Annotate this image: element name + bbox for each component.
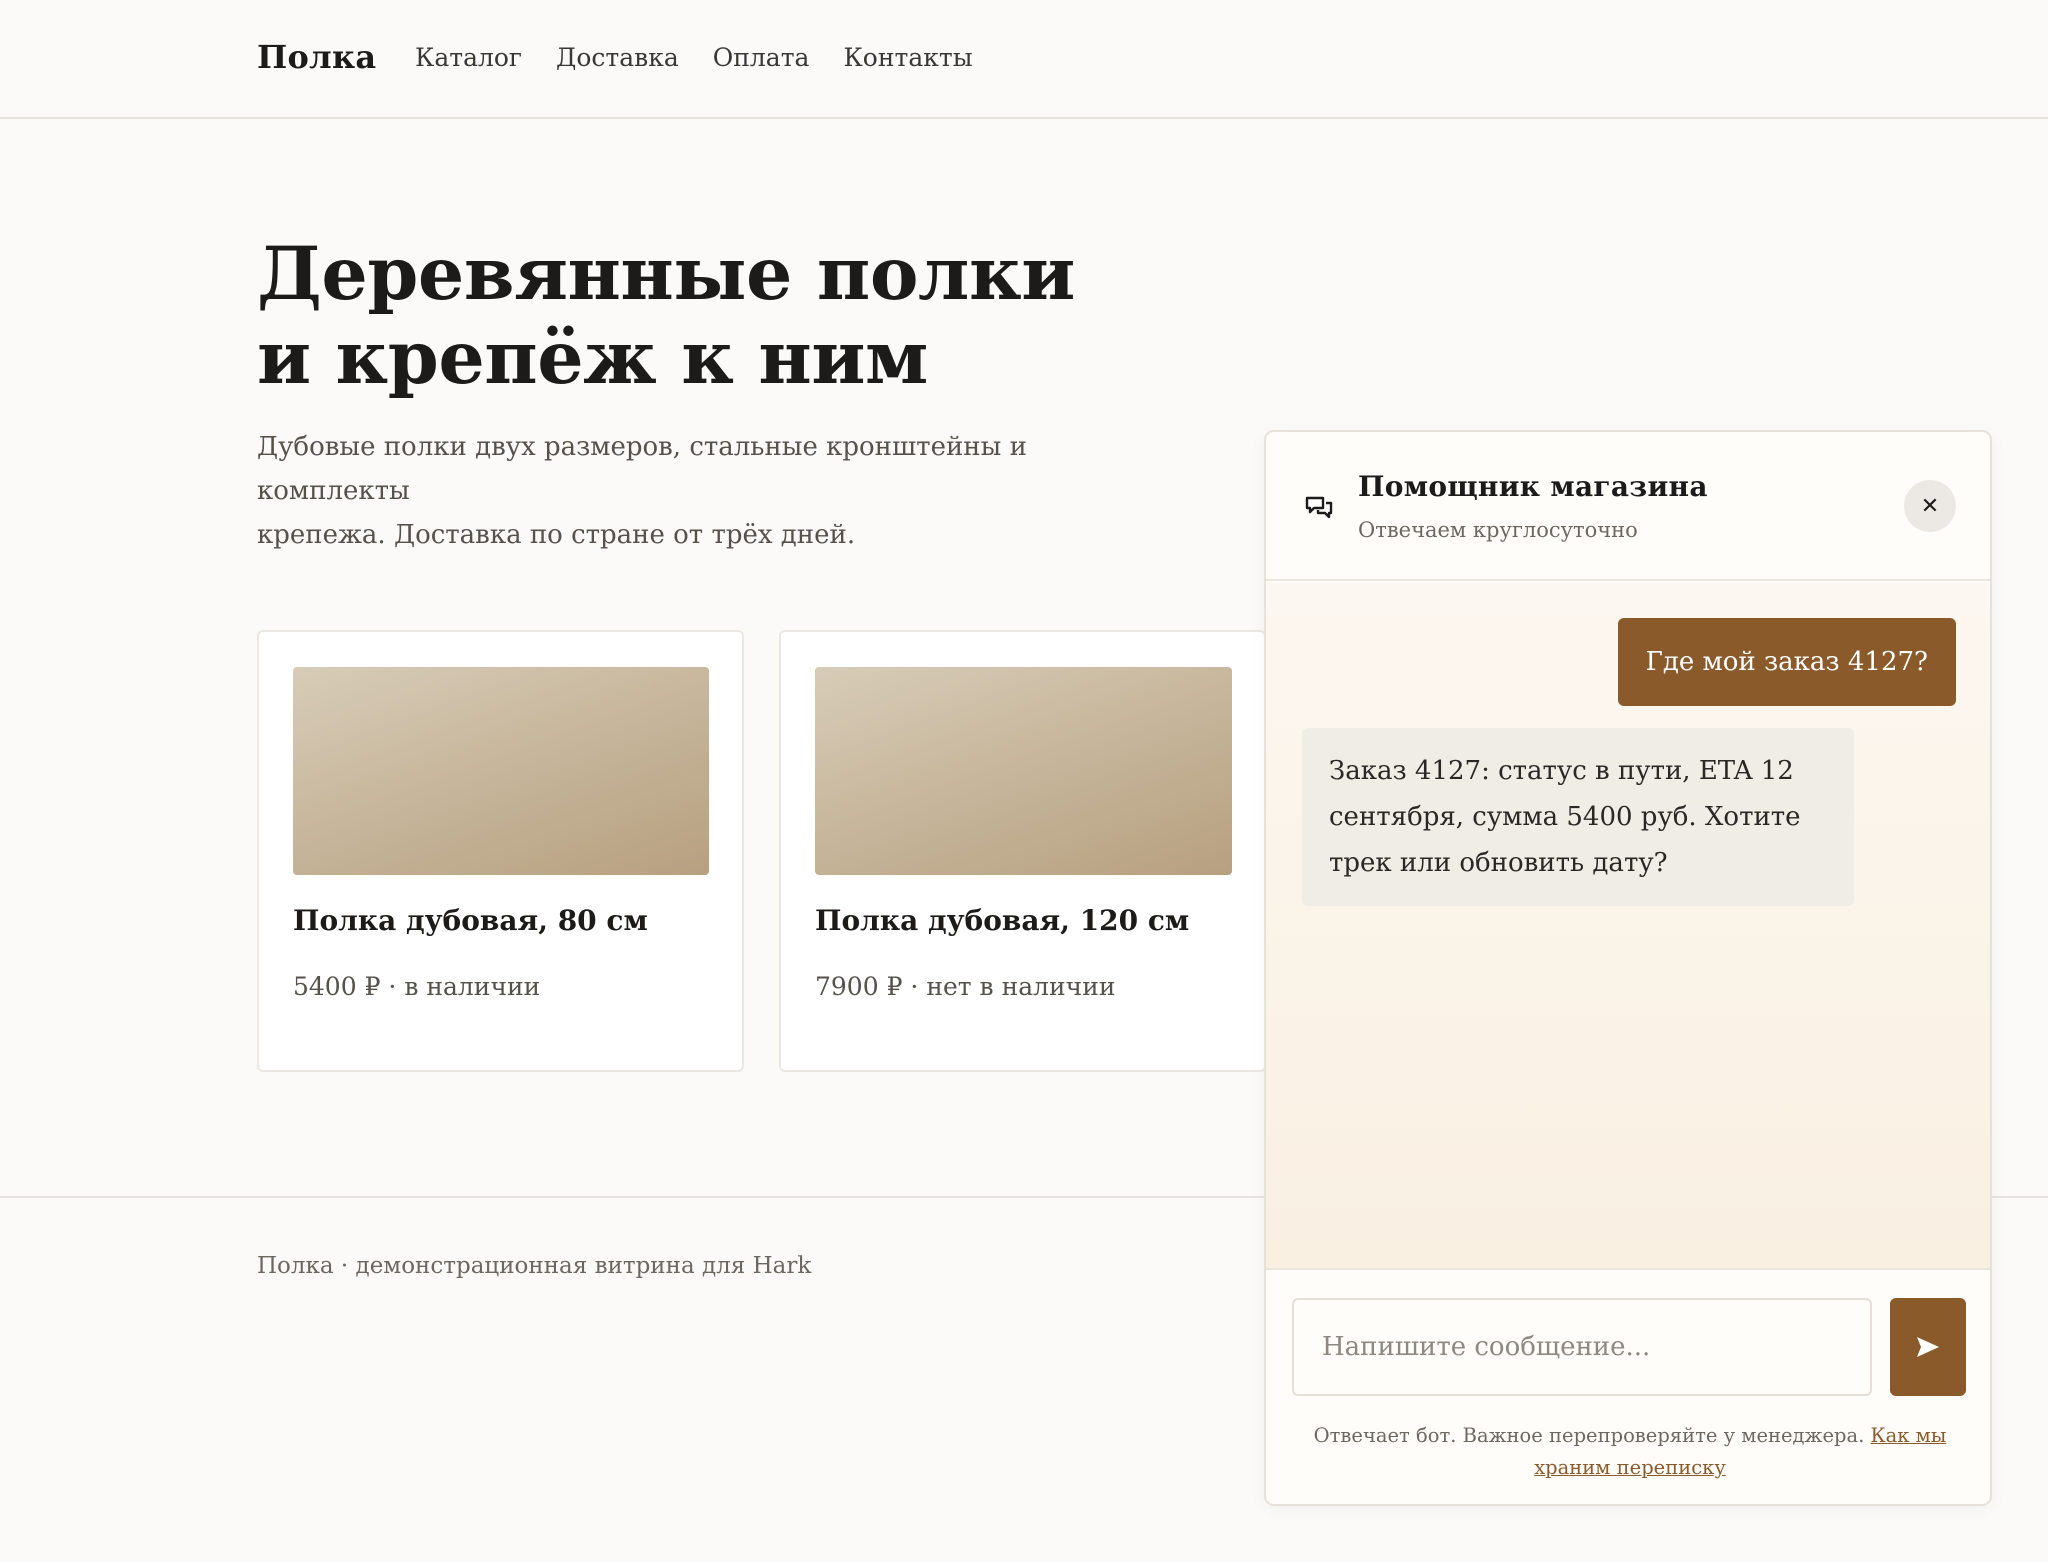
close-button[interactable]: ✕: [1904, 480, 1956, 532]
hero-subtitle-line-2: крепежа. Доставка по стране от трёх дней…: [257, 520, 856, 550]
hero-subtitle: Дубовые полки двух размеров, стальные кр…: [257, 425, 1157, 557]
main-nav: Каталог Доставка Оплата Контакты: [415, 43, 973, 72]
chat-title: Помощник магазина: [1358, 470, 1708, 503]
user-message: Где мой заказ 4127?: [1617, 618, 1956, 706]
chat-status: Отвечаем круглосуточно: [1358, 518, 1638, 542]
product-card[interactable]: Полка дубовая, 120 см 7900 ₽ · нет в нал…: [779, 630, 1266, 1072]
product-price-availability: 5400 ₽ · в наличии: [293, 972, 541, 1001]
product-name[interactable]: Полка дубовая, 80 см: [293, 904, 648, 937]
privacy-link-line-2: храним переписку: [1534, 1456, 1726, 1479]
hero-subtitle-line-1: Дубовые полки двух размеров, стальные кр…: [257, 432, 1027, 506]
product-price-availability: 7900 ₽ · нет в наличии: [815, 972, 1116, 1001]
bot-message-line-2: сентября, сумма 5400 руб. Хотите: [1329, 802, 1801, 832]
chat-disclaimer: Отвечает бот. Важное перепроверяйте у ме…: [1306, 1420, 1954, 1484]
message-input[interactable]: [1292, 1298, 1872, 1396]
chat-header: Помощник магазина Отвечаем круглосуточно…: [1266, 432, 1990, 581]
send-button[interactable]: [1890, 1298, 1966, 1396]
product-image: [815, 667, 1232, 875]
bot-message: Заказ 4127: статус в пути, ETA 12 сентяб…: [1302, 728, 1854, 906]
hero-title-line-1: Деревянные полки: [257, 231, 1075, 317]
chat-composer: Отвечает бот. Важное перепроверяйте у ме…: [1266, 1268, 1990, 1504]
chat-bubbles-icon: [1305, 496, 1333, 519]
product-image: [293, 667, 709, 875]
privacy-link-line-1: Как мы: [1870, 1424, 1947, 1447]
chat-disclaimer-text: Отвечает бот. Важное перепроверяйте у ме…: [1313, 1424, 1865, 1447]
send-arrow-icon: [1917, 1337, 1939, 1357]
chat-widget: Помощник магазина Отвечаем круглосуточно…: [1264, 430, 1992, 1506]
close-icon: ✕: [1920, 493, 1940, 519]
nav-link-contacts[interactable]: Контакты: [843, 43, 972, 72]
hero-title: Деревянные полки и крепёж к ним: [257, 232, 1257, 400]
bot-message-line-3: трек или обновить дату?: [1329, 848, 1668, 878]
nav-link-catalog[interactable]: Каталог: [415, 43, 522, 72]
product-name[interactable]: Полка дубовая, 120 см: [815, 904, 1189, 937]
chat-messages: Где мой заказ 4127? Заказ 4127: статус в…: [1266, 583, 1990, 1268]
hero-title-line-2: и крепёж к ним: [257, 315, 928, 401]
nav-link-delivery[interactable]: Доставка: [556, 43, 679, 72]
footer-text: Полка · демонстрационная витрина для Har…: [257, 1253, 812, 1279]
product-card[interactable]: Полка дубовая, 80 см 5400 ₽ · в наличии: [257, 630, 744, 1072]
site-header: Полка Каталог Доставка Оплата Контакты: [0, 0, 2048, 119]
brand-logo[interactable]: Полка: [257, 38, 376, 76]
nav-link-payment[interactable]: Оплата: [713, 43, 810, 72]
bot-message-line-1: Заказ 4127: статус в пути, ETA 12: [1329, 756, 1794, 786]
